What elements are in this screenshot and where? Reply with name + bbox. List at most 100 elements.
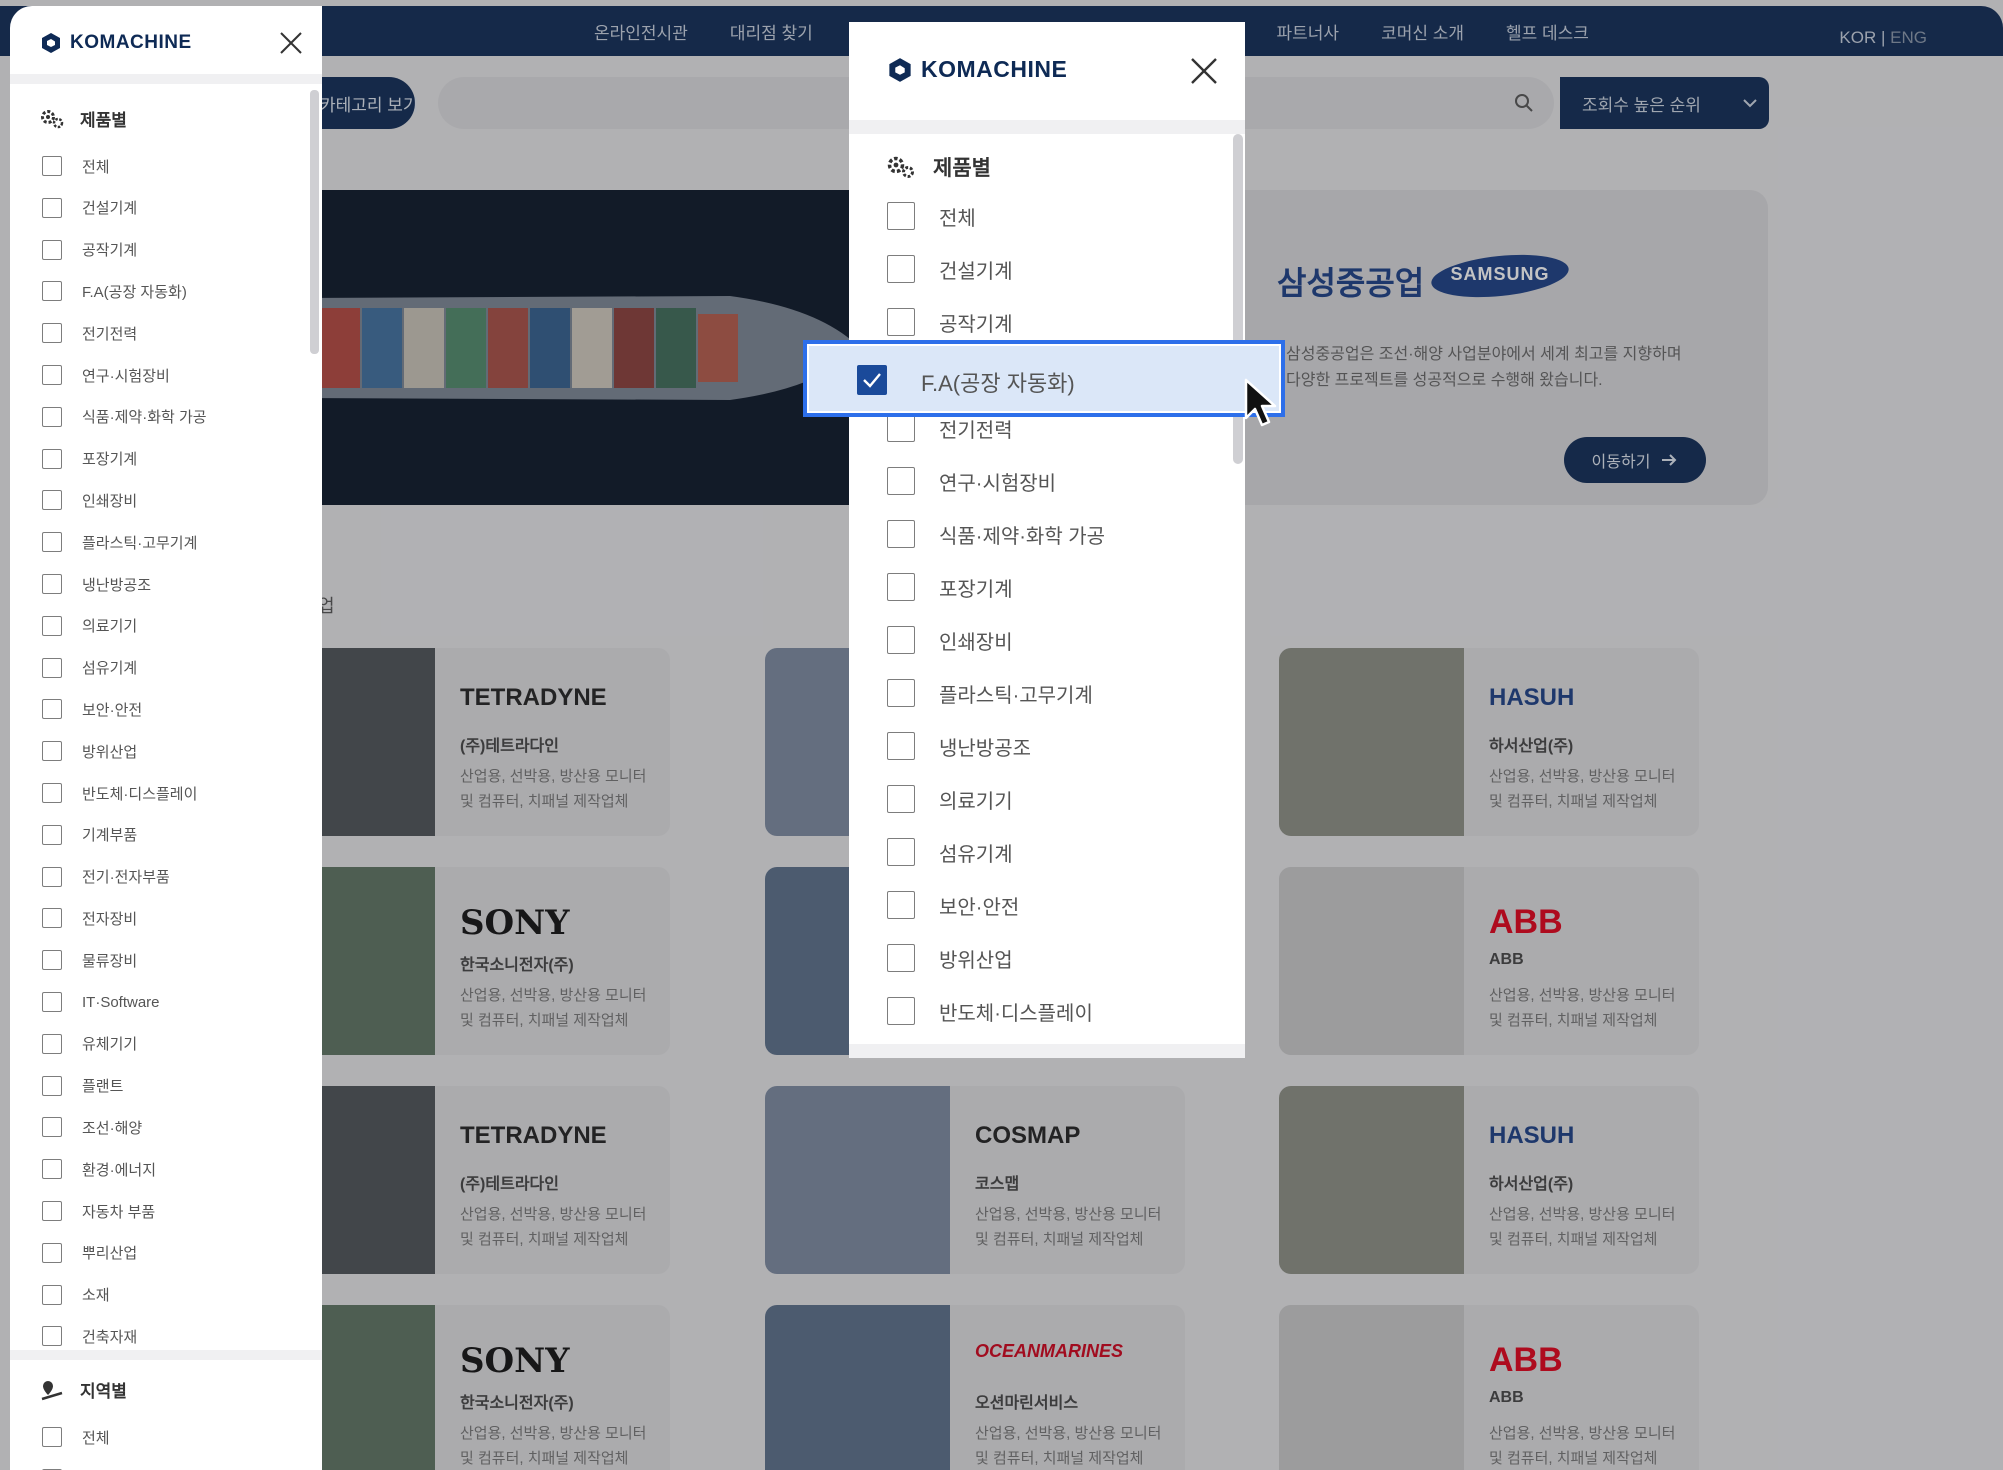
checkbox[interactable] — [42, 490, 62, 511]
modal-filter-item[interactable]: 반도체·디스플레이 — [887, 997, 1093, 1025]
checkbox[interactable] — [42, 866, 62, 887]
checkbox[interactable] — [887, 626, 915, 654]
checkbox[interactable] — [887, 520, 915, 548]
checkbox[interactable] — [42, 239, 62, 260]
sidebar-filter-item[interactable]: 포장기계 — [42, 448, 137, 470]
modal-filter-item[interactable]: 보안·안전 — [887, 891, 1019, 919]
checkbox[interactable] — [887, 785, 915, 813]
checkbox[interactable] — [887, 308, 915, 336]
checkbox[interactable] — [42, 824, 62, 845]
sidebar-filter-item[interactable]: 소재 — [42, 1284, 110, 1306]
modal-filter-item[interactable]: 방위산업 — [887, 944, 1013, 972]
checkbox[interactable] — [42, 197, 62, 218]
checkbox[interactable] — [42, 1201, 62, 1221]
sidebar-filter-item[interactable]: 전기·전자부품 — [42, 866, 170, 888]
checkbox[interactable] — [42, 1242, 62, 1263]
checkbox[interactable] — [42, 532, 62, 553]
sidebar-filter-item[interactable]: 반도체·디스플레이 — [42, 782, 197, 804]
sidebar-filter-item[interactable]: 보안·안전 — [42, 698, 142, 720]
checkbox[interactable] — [887, 838, 915, 866]
checkbox[interactable] — [42, 950, 62, 971]
checkbox[interactable] — [887, 997, 915, 1025]
checked-checkbox[interactable] — [857, 365, 887, 395]
sidebar-filter-item[interactable]: 섬유기계 — [42, 657, 137, 679]
checkbox[interactable] — [42, 741, 62, 762]
modal-filter-item[interactable]: 의료기기 — [887, 785, 1013, 813]
checkbox[interactable] — [42, 365, 62, 385]
modal-filter-item[interactable]: 건설기계 — [887, 255, 1013, 283]
sidebar-filter-item[interactable]: 냉난방공조 — [42, 573, 151, 595]
sidebar-filter-item[interactable]: 자동차 부품 — [42, 1200, 155, 1222]
modal-filter-item[interactable]: 연구·시험장비 — [887, 467, 1056, 495]
checkbox[interactable] — [42, 323, 62, 344]
checkbox[interactable] — [42, 657, 62, 678]
modal-filter-item[interactable]: 전체 — [887, 202, 976, 230]
checkbox[interactable] — [42, 783, 62, 803]
checkbox[interactable] — [887, 467, 915, 495]
checkbox[interactable] — [42, 1033, 62, 1054]
sidebar-filter-item[interactable]: 뿌리산업 — [42, 1242, 137, 1264]
checkbox[interactable] — [42, 615, 62, 636]
sidebar-filter-item[interactable]: 의료기기 — [42, 615, 137, 637]
checkbox[interactable] — [42, 1284, 62, 1305]
highlighted-filter-item[interactable]: F.A(공장 자동화) — [803, 340, 1285, 417]
checkbox[interactable] — [42, 156, 62, 176]
sidebar-filter-item[interactable]: 건축자재 — [42, 1325, 137, 1347]
sidebar-filter-item[interactable]: 플라스틱·고무기계 — [42, 531, 197, 553]
checkbox[interactable] — [887, 202, 915, 230]
modal-filter-item[interactable]: 포장기계 — [887, 573, 1013, 601]
checkbox[interactable] — [42, 281, 62, 302]
sidebar-scrollbar[interactable] — [310, 90, 319, 354]
sidebar-filter-label: IT·Software — [82, 993, 160, 1011]
checkbox[interactable] — [42, 699, 62, 720]
checkbox[interactable] — [887, 573, 915, 601]
sidebar-filter-item[interactable]: 공작기계 — [42, 239, 137, 261]
sidebar-filter-item[interactable]: 기계부품 — [42, 824, 137, 846]
category-filter-modal: KOMACHINE 제품별 전체건설기계공작기계 F.A(공장 자동화) 전기전력연… — [849, 22, 1245, 1058]
checkbox[interactable] — [42, 1427, 62, 1447]
close-icon[interactable] — [278, 30, 304, 56]
sidebar-filter-item[interactable]: 조선·해양 — [42, 1116, 142, 1138]
checkbox[interactable] — [42, 992, 62, 1012]
checkbox[interactable] — [42, 574, 62, 594]
sidebar-filter-item[interactable]: 인쇄장비 — [42, 489, 137, 511]
checkbox[interactable] — [887, 732, 915, 760]
sidebar-filter-label: 방위산업 — [82, 743, 138, 761]
checkbox[interactable] — [887, 944, 915, 972]
modal-filter-item[interactable]: 인쇄장비 — [887, 626, 1013, 654]
checkbox[interactable] — [887, 679, 915, 707]
modal-brand-name: KOMACHINE — [921, 56, 1068, 82]
sidebar-filter-item[interactable]: 전체 — [42, 155, 110, 177]
sidebar-filter-item[interactable]: 플랜트 — [42, 1075, 123, 1097]
checkbox[interactable] — [42, 1075, 62, 1096]
sidebar-filter-item[interactable]: 전기전력 — [42, 322, 137, 344]
checkbox[interactable] — [887, 891, 915, 919]
sidebar-filter-item[interactable]: 식품·제약·화학 가공 — [42, 406, 207, 428]
checkbox[interactable] — [42, 1159, 62, 1180]
checkbox[interactable] — [887, 414, 915, 442]
sidebar-filter-item[interactable]: 환경·에너지 — [42, 1158, 156, 1180]
sidebar-filter-item[interactable]: 방위산업 — [42, 740, 137, 762]
sidebar-filter-item[interactable]: F.A(공장 자동화) — [42, 280, 187, 302]
checkbox[interactable] — [42, 406, 62, 427]
sidebar-filter-label: 보안·안전 — [82, 701, 143, 719]
modal-filter-item[interactable]: 식품·제약·화학 가공 — [887, 520, 1105, 548]
checkbox[interactable] — [42, 908, 62, 929]
close-icon[interactable] — [1189, 56, 1219, 86]
sidebar-filter-item[interactable]: 연구·시험장비 — [42, 364, 170, 386]
checkbox[interactable] — [887, 255, 915, 283]
sidebar-filter-item[interactable]: 건설기계 — [42, 197, 137, 219]
checkbox[interactable] — [42, 1117, 62, 1138]
sidebar-filter-item[interactable]: 유체기기 — [42, 1033, 137, 1055]
region-filter-item[interactable]: 전체 — [42, 1426, 110, 1448]
checkbox[interactable] — [42, 1326, 62, 1347]
checkbox[interactable] — [42, 448, 62, 469]
modal-filter-item[interactable]: 공작기계 — [887, 308, 1013, 336]
modal-filter-item[interactable]: 섬유기계 — [887, 838, 1013, 866]
modal-filter-item[interactable]: 플라스틱·고무기계 — [887, 679, 1093, 707]
sidebar-filter-item[interactable]: 물류장비 — [42, 949, 137, 971]
modal-filter-item[interactable]: 냉난방공조 — [887, 732, 1031, 760]
modal-filter-item[interactable]: 전기전력 — [887, 414, 1013, 442]
sidebar-filter-item[interactable]: IT·Software — [42, 991, 160, 1013]
sidebar-filter-item[interactable]: 전자장비 — [42, 907, 137, 929]
